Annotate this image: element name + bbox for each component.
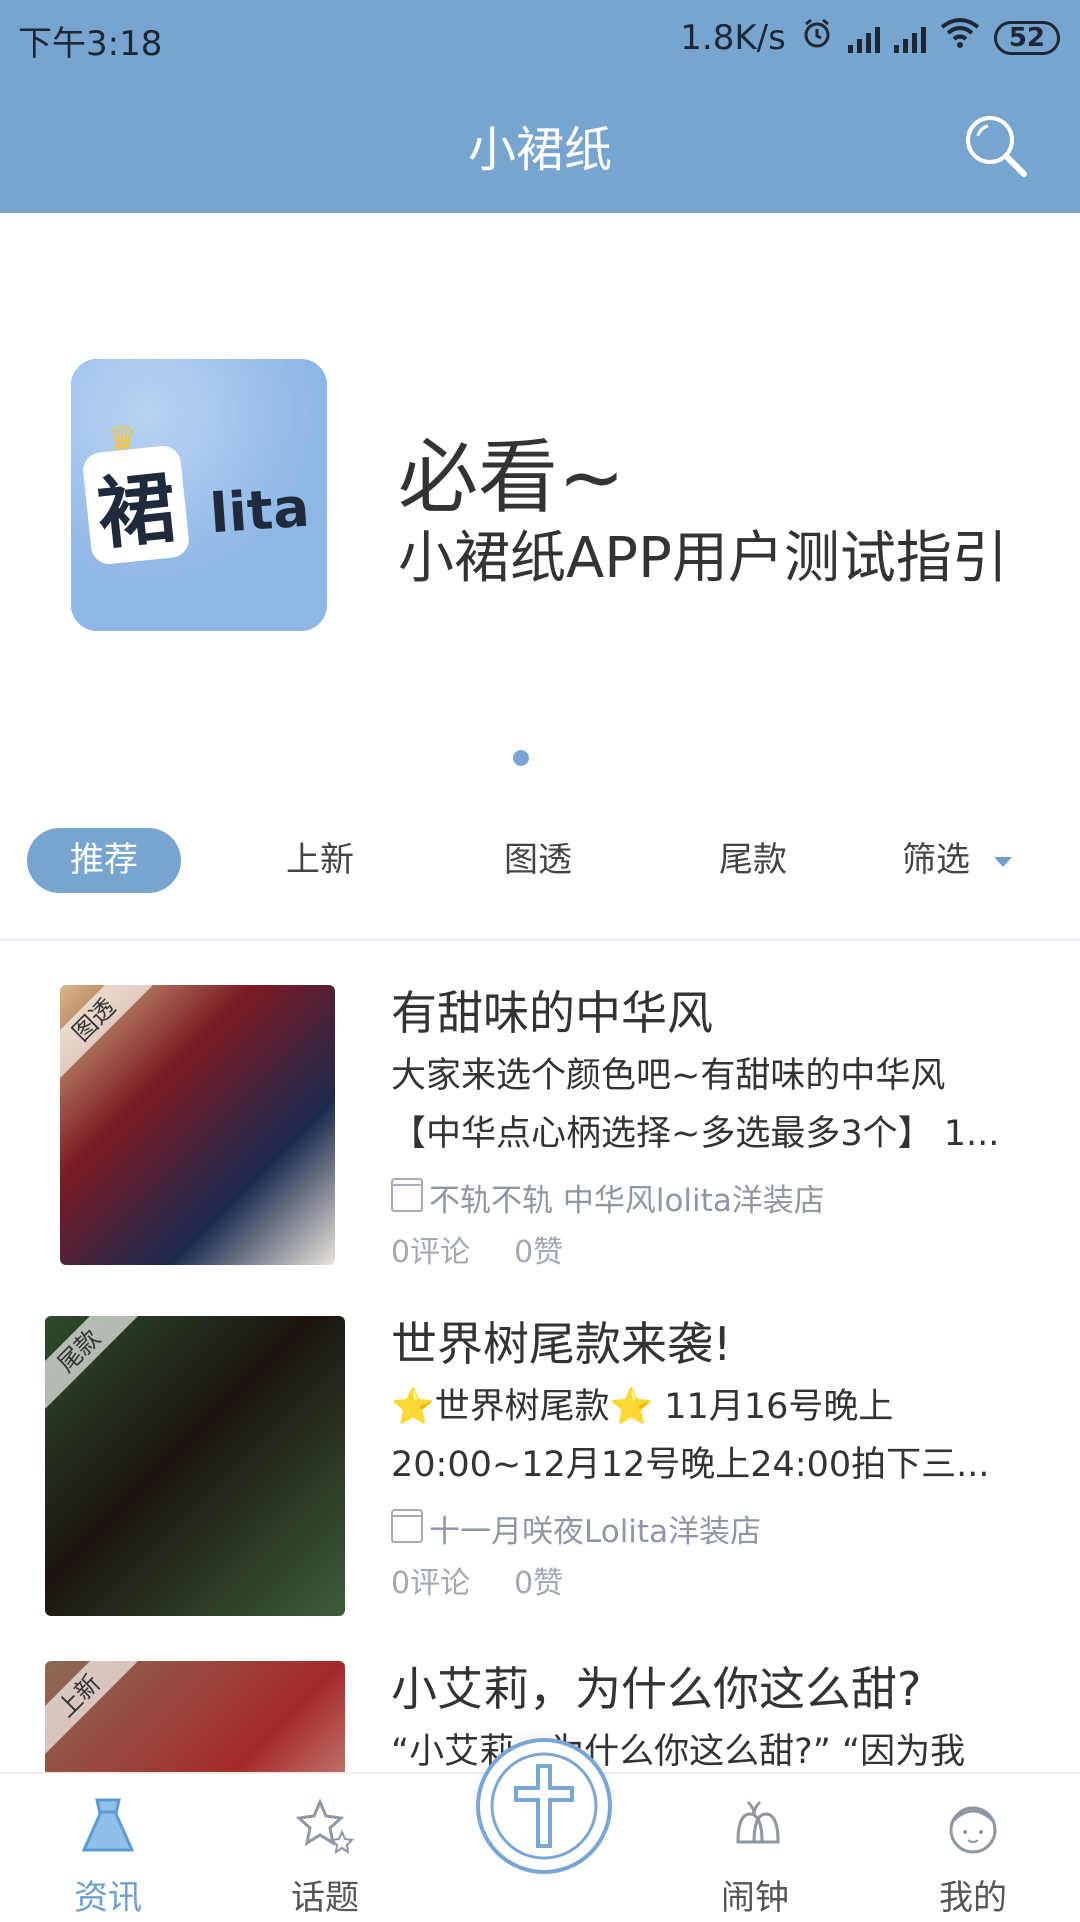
stars-icon [290, 1792, 360, 1862]
post-tag: 尾款 [45, 1316, 148, 1420]
cross-icon [490, 1752, 598, 1860]
app-header: 下午3:18 1.8K/s 52 小裙纸 [0, 0, 1080, 213]
network-speed: 1.8K/s [680, 17, 786, 58]
tab-final-payment[interactable]: 尾款 [719, 828, 787, 893]
post-stats: 0评论 0赞 [391, 1558, 607, 1602]
logo-subtext: lita [207, 475, 312, 546]
dress-icon [73, 1792, 143, 1862]
carousel-indicator [513, 750, 529, 766]
comment-count: 0评论 [391, 1566, 471, 1601]
post-stats: 0评论 0赞 [391, 1227, 607, 1271]
like-count: 0赞 [514, 1566, 564, 1601]
nav-label: 我的 [939, 1878, 1007, 1918]
post-desc-line1: 大家来选个颜色吧~有甜味的中华风 [391, 1056, 946, 1096]
comment-count: 0评论 [391, 1235, 471, 1270]
like-count: 0赞 [514, 1235, 564, 1270]
post-shop[interactable]: 十一月咲夜Lolita洋装店 [391, 1506, 761, 1551]
signal-icon-1 [847, 23, 880, 53]
nav-news[interactable]: 资讯 [33, 1774, 183, 1919]
nav-alarm[interactable]: 闹钟 [680, 1774, 830, 1919]
dropdown-arrow-icon [994, 856, 1012, 867]
alarm-icon [800, 16, 834, 59]
post-list: 图透 有甜味的中华风 大家来选个颜色吧~有甜味的中华风 【中华点心柄选择~多选最… [0, 941, 1080, 1773]
nav-me[interactable]: 我的 [898, 1774, 1048, 1919]
tab-recommend[interactable]: 推荐 [27, 828, 181, 893]
banner-carousel[interactable]: ♛ 裙 lita 必看~ 小裙纸APP用户测试指引 [0, 213, 1080, 813]
shop-icon [391, 1508, 423, 1543]
post-title: 世界树尾款来袭! [391, 1317, 732, 1371]
banner-subtitle: 小裙纸APP用户测试指引 [398, 526, 1008, 591]
post-thumbnail: 上新 [45, 1661, 345, 1773]
nav-label: 闹钟 [721, 1878, 789, 1918]
status-icons: 1.8K/s 52 [680, 16, 1060, 59]
logo-text: 裙 [81, 444, 191, 566]
page-title: 小裙纸 [467, 122, 612, 178]
nav-label: 资讯 [74, 1878, 142, 1918]
filter-tabs: 推荐 上新 图透 尾款 筛选 [0, 813, 1080, 941]
tab-preview[interactable]: 图透 [504, 828, 572, 893]
post-thumbnail: 尾款 [45, 1316, 345, 1616]
signal-icon-2 [893, 23, 926, 53]
post-shop[interactable]: 不轨不轨 中华风lolita洋装店 [391, 1175, 825, 1220]
post-desc-line2: 【中华点心柄选择~多选最多3个】 1... [391, 1114, 1000, 1154]
girl-avatar-icon [938, 1792, 1008, 1862]
tab-new[interactable]: 上新 [286, 828, 354, 893]
post-tag: 图透 [60, 985, 163, 1089]
shop-name: 不轨不轨 中华风lolita洋装店 [429, 1183, 825, 1219]
bell-icon [720, 1792, 790, 1862]
center-cross-button[interactable] [476, 1738, 612, 1874]
nav-label: 话题 [291, 1878, 359, 1918]
battery-indicator: 52 [993, 20, 1060, 55]
status-time: 下午3:18 [18, 24, 163, 64]
post-desc-line1: ⭐世界树尾款⭐ 11月16号晚上 [391, 1387, 894, 1427]
banner-title: 必看~ [398, 431, 626, 524]
post-title: 小艾莉，为什么你这么甜? [391, 1662, 922, 1716]
wifi-icon [940, 17, 980, 58]
shop-name: 十一月咲夜Lolita洋装店 [429, 1514, 762, 1550]
search-icon[interactable] [960, 110, 1030, 180]
app-logo: ♛ 裙 lita [71, 359, 327, 631]
list-item[interactable]: 图透 有甜味的中华风 大家来选个颜色吧~有甜味的中华风 【中华点心柄选择~多选最… [0, 985, 1080, 1285]
post-thumbnail: 图透 [60, 985, 335, 1265]
status-bar: 下午3:18 1.8K/s 52 [0, 0, 1080, 75]
post-tag: 上新 [45, 1661, 148, 1765]
shop-icon [391, 1177, 423, 1212]
filter-label: 筛选 [902, 840, 970, 880]
list-item[interactable]: 尾款 世界树尾款来袭! ⭐世界树尾款⭐ 11月16号晚上 20:00~12月12… [0, 1316, 1080, 1616]
bottom-navigation: 资讯 话题 闹钟 我的 [0, 1738, 1080, 1922]
tab-filter[interactable]: 筛选 [902, 828, 1012, 893]
post-desc-line2: 20:00~12月12号晚上24:00拍下三... [391, 1445, 990, 1485]
post-title: 有甜味的中华风 [391, 986, 713, 1040]
nav-topics[interactable]: 话题 [250, 1774, 400, 1919]
